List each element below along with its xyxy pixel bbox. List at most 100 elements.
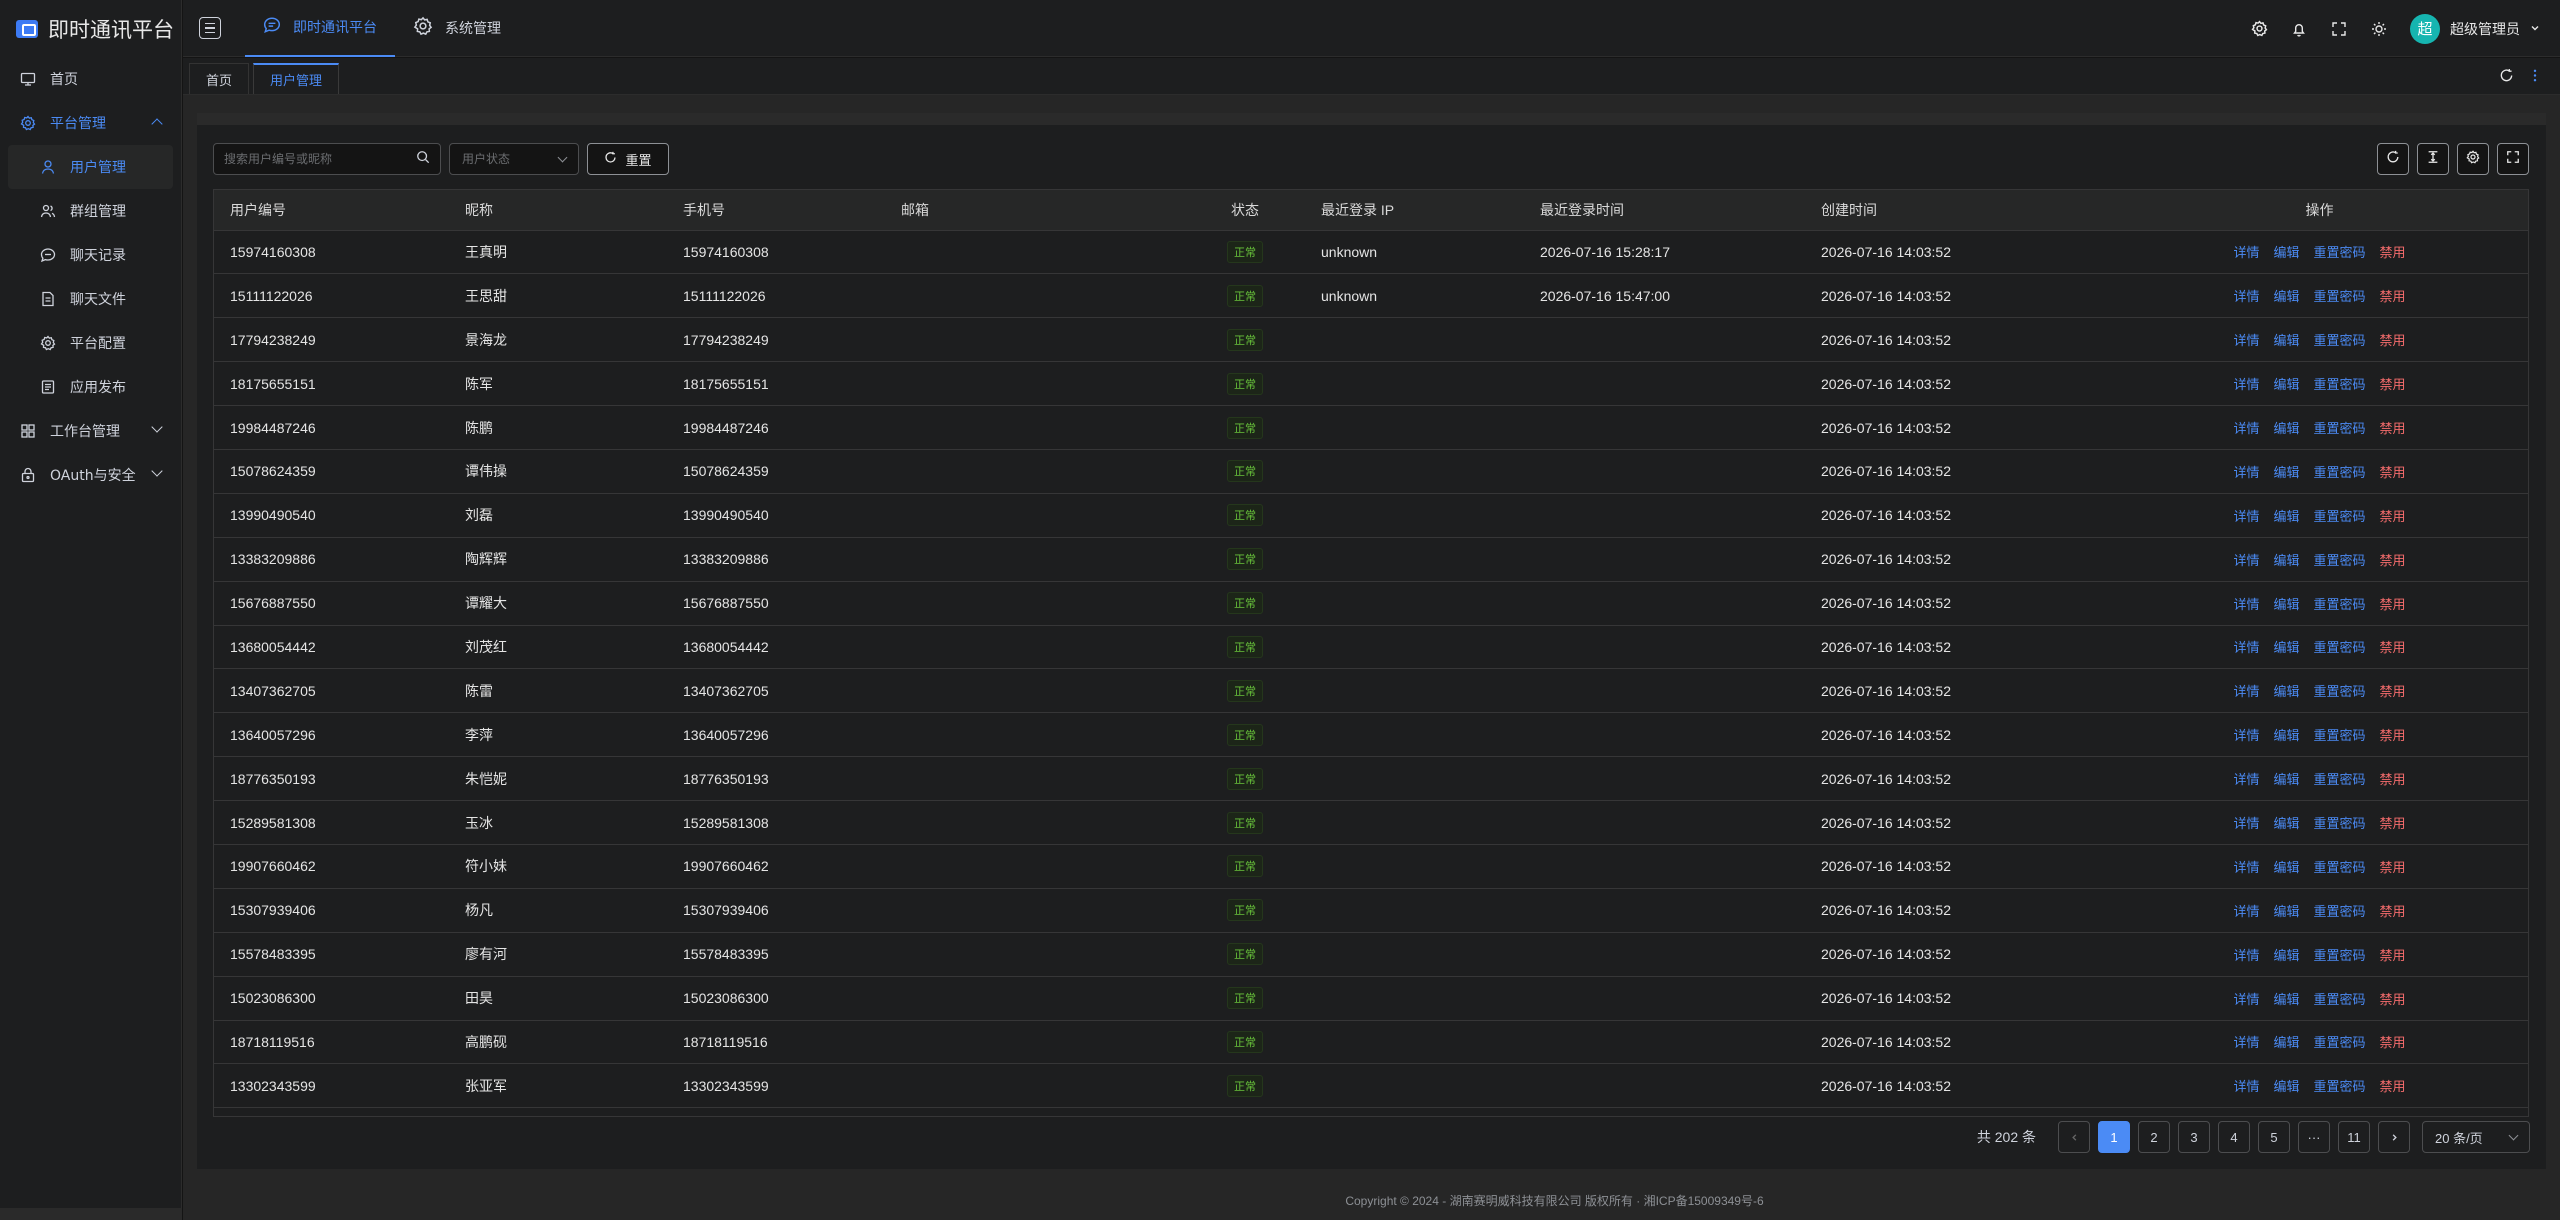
reset-password-link[interactable]: 重置密码: [2314, 772, 2366, 787]
app-logo[interactable]: 即时通讯平台: [0, 0, 181, 57]
detail-link[interactable]: 详情: [2233, 245, 2259, 260]
detail-link[interactable]: 详情: [2233, 1079, 2259, 1094]
sidebar-item-user-management[interactable]: 用户管理: [8, 145, 173, 189]
page-button[interactable]: 11: [2338, 1121, 2370, 1153]
detail-link[interactable]: 详情: [2233, 289, 2259, 304]
edit-link[interactable]: 编辑: [2273, 465, 2299, 480]
disable-link[interactable]: 禁用: [2380, 245, 2406, 260]
edit-link[interactable]: 编辑: [2273, 640, 2299, 655]
disable-link[interactable]: 禁用: [2380, 1079, 2406, 1094]
page-size-select[interactable]: 20 条/页: [2422, 1121, 2530, 1153]
disable-link[interactable]: 禁用: [2380, 333, 2406, 348]
detail-link[interactable]: 详情: [2233, 640, 2259, 655]
page-button[interactable]: 1: [2098, 1121, 2130, 1153]
reset-password-link[interactable]: 重置密码: [2314, 904, 2366, 919]
edit-link[interactable]: 编辑: [2273, 421, 2299, 436]
edit-link[interactable]: 编辑: [2273, 904, 2299, 919]
next-page-button[interactable]: [2378, 1121, 2410, 1153]
search-icon[interactable]: [416, 150, 430, 168]
disable-link[interactable]: 禁用: [2380, 509, 2406, 524]
sidebar-item-chat-files[interactable]: 聊天文件: [0, 277, 181, 321]
page-button[interactable]: 5: [2258, 1121, 2290, 1153]
sidebar-item-app-release[interactable]: 应用发布: [0, 365, 181, 409]
sidebar-group-oauth[interactable]: OAuth与安全: [0, 453, 181, 497]
reset-password-link[interactable]: 重置密码: [2314, 421, 2366, 436]
disable-link[interactable]: 禁用: [2380, 904, 2406, 919]
sidebar-group-workbench[interactable]: 工作台管理: [0, 409, 181, 453]
reset-password-link[interactable]: 重置密码: [2314, 640, 2366, 655]
edit-link[interactable]: 编辑: [2273, 377, 2299, 392]
settings-icon[interactable]: [2250, 20, 2268, 38]
disable-link[interactable]: 禁用: [2380, 1035, 2406, 1050]
prev-page-button[interactable]: [2058, 1121, 2090, 1153]
detail-link[interactable]: 详情: [2233, 728, 2259, 743]
theme-sun-icon[interactable]: [2370, 20, 2388, 38]
user-menu[interactable]: 超 超级管理员: [2410, 13, 2540, 44]
reset-password-link[interactable]: 重置密码: [2314, 377, 2366, 392]
detail-link[interactable]: 详情: [2233, 772, 2259, 787]
sidebar-item-group-management[interactable]: 群组管理: [0, 189, 181, 233]
status-select-input[interactable]: [462, 152, 559, 166]
reset-password-link[interactable]: 重置密码: [2314, 553, 2366, 568]
sidebar-collapse-button[interactable]: [199, 17, 221, 39]
disable-link[interactable]: 禁用: [2380, 992, 2406, 1007]
reset-password-link[interactable]: 重置密码: [2314, 816, 2366, 831]
edit-link[interactable]: 编辑: [2273, 333, 2299, 348]
detail-link[interactable]: 详情: [2233, 465, 2259, 480]
reset-password-link[interactable]: 重置密码: [2314, 728, 2366, 743]
disable-link[interactable]: 禁用: [2380, 948, 2406, 963]
disable-link[interactable]: 禁用: [2380, 553, 2406, 568]
detail-link[interactable]: 详情: [2233, 509, 2259, 524]
detail-link[interactable]: 详情: [2233, 553, 2259, 568]
detail-link[interactable]: 详情: [2233, 377, 2259, 392]
sidebar-group-platform[interactable]: 平台管理: [0, 101, 181, 145]
fullscreen-icon[interactable]: [2330, 20, 2348, 38]
refresh-table-button[interactable]: [2377, 143, 2409, 175]
detail-link[interactable]: 详情: [2233, 684, 2259, 699]
reset-password-link[interactable]: 重置密码: [2314, 245, 2366, 260]
edit-link[interactable]: 编辑: [2273, 728, 2299, 743]
edit-link[interactable]: 编辑: [2273, 1035, 2299, 1050]
detail-link[interactable]: 详情: [2233, 816, 2259, 831]
top-nav-system-management[interactable]: 系统管理: [395, 0, 519, 57]
top-nav-im-platform[interactable]: 即时通讯平台: [245, 0, 395, 57]
column-settings-button[interactable]: [2457, 143, 2489, 175]
edit-link[interactable]: 编辑: [2273, 860, 2299, 875]
reset-password-link[interactable]: 重置密码: [2314, 860, 2366, 875]
reset-password-link[interactable]: 重置密码: [2314, 333, 2366, 348]
reset-password-link[interactable]: 重置密码: [2314, 509, 2366, 524]
reset-button[interactable]: 重置: [587, 143, 669, 175]
disable-link[interactable]: 禁用: [2380, 816, 2406, 831]
reset-password-link[interactable]: 重置密码: [2314, 1079, 2366, 1094]
sidebar-item-home[interactable]: 首页: [0, 57, 181, 101]
reset-password-link[interactable]: 重置密码: [2314, 992, 2366, 1007]
disable-link[interactable]: 禁用: [2380, 684, 2406, 699]
page-button[interactable]: 2: [2138, 1121, 2170, 1153]
edit-link[interactable]: 编辑: [2273, 772, 2299, 787]
edit-link[interactable]: 编辑: [2273, 245, 2299, 260]
edit-link[interactable]: 编辑: [2273, 509, 2299, 524]
row-density-button[interactable]: [2417, 143, 2449, 175]
disable-link[interactable]: 禁用: [2380, 465, 2406, 480]
disable-link[interactable]: 禁用: [2380, 728, 2406, 743]
disable-link[interactable]: 禁用: [2380, 421, 2406, 436]
reset-password-link[interactable]: 重置密码: [2314, 684, 2366, 699]
more-vertical-icon[interactable]: [2532, 68, 2538, 87]
edit-link[interactable]: 编辑: [2273, 289, 2299, 304]
detail-link[interactable]: 详情: [2233, 421, 2259, 436]
detail-link[interactable]: 详情: [2233, 948, 2259, 963]
edit-link[interactable]: 编辑: [2273, 684, 2299, 699]
disable-link[interactable]: 禁用: [2380, 377, 2406, 392]
edit-link[interactable]: 编辑: [2273, 553, 2299, 568]
disable-link[interactable]: 禁用: [2380, 640, 2406, 655]
reset-password-link[interactable]: 重置密码: [2314, 289, 2366, 304]
tab-user-management[interactable]: 用户管理: [253, 63, 340, 94]
edit-link[interactable]: 编辑: [2273, 816, 2299, 831]
detail-link[interactable]: 详情: [2233, 333, 2259, 348]
page-ellipsis[interactable]: ···: [2298, 1121, 2330, 1153]
disable-link[interactable]: 禁用: [2380, 772, 2406, 787]
reset-password-link[interactable]: 重置密码: [2314, 597, 2366, 612]
search-input[interactable]: [224, 152, 416, 166]
edit-link[interactable]: 编辑: [2273, 992, 2299, 1007]
page-button[interactable]: 4: [2218, 1121, 2250, 1153]
